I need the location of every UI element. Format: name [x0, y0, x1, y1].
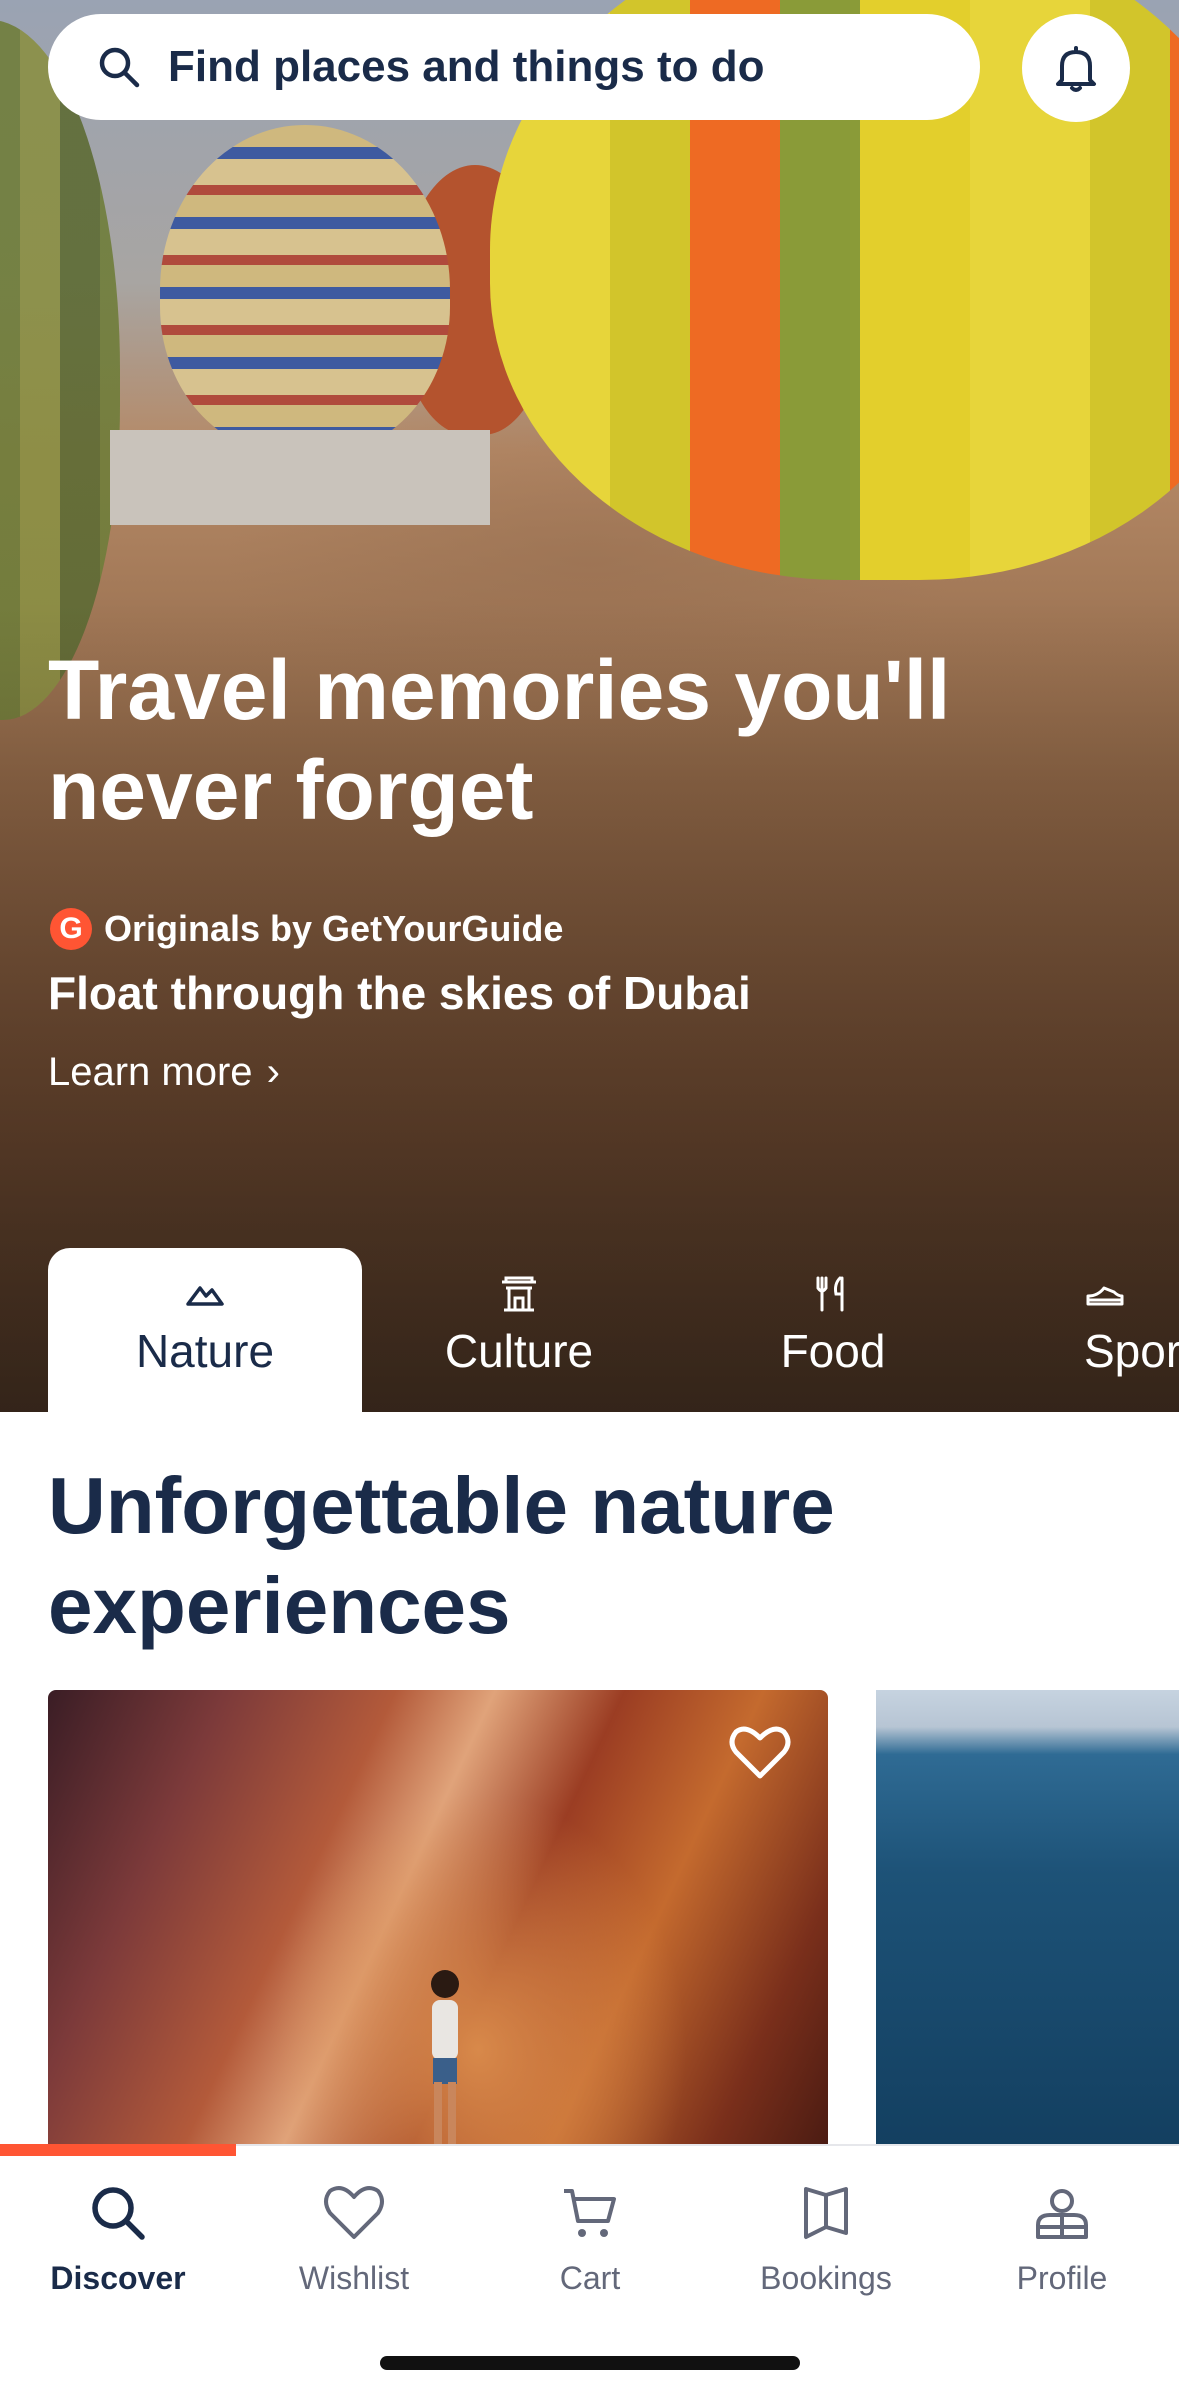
- learn-more-label: Learn more: [48, 1050, 253, 1094]
- cutlery-icon: [676, 1274, 990, 1314]
- scroll-progress-indicator: [0, 2144, 236, 2156]
- activity-card[interactable]: [876, 1690, 1179, 2150]
- tab-label: Wishlist: [298, 2260, 410, 2296]
- tab-label: Nature: [135, 1325, 275, 1377]
- tab-label: Spor: [1084, 1325, 1179, 1377]
- activity-image: [431, 1970, 459, 2148]
- chevron-right-icon: ›: [266, 1050, 280, 1094]
- tab-profile[interactable]: Profile: [944, 2178, 1179, 2297]
- tab-food[interactable]: Food: [676, 1248, 990, 1412]
- notifications-button[interactable]: [1022, 14, 1130, 122]
- hero-subtitle: Float through the skies of Dubai: [48, 967, 751, 1019]
- home-indicator: [380, 2356, 800, 2370]
- tab-label: Discover: [50, 2260, 186, 2296]
- tab-nature[interactable]: Nature: [48, 1248, 362, 1412]
- tab-cart[interactable]: Cart: [472, 2178, 708, 2297]
- category-tabs: Nature Culture Food Spor: [0, 1248, 1179, 1412]
- heart-icon[interactable]: [728, 1722, 792, 1782]
- tab-label: Cart: [559, 2260, 621, 2296]
- activity-card[interactable]: [48, 1690, 828, 2150]
- hero-title: Travel memories you'll never forget: [48, 643, 951, 837]
- tab-label: Bookings: [760, 2260, 892, 2296]
- originals-label: G Originals by GetYourGuide: [50, 908, 563, 950]
- hero-banner[interactable]: Travel memories you'll never forget G Or…: [0, 0, 1179, 1412]
- search-icon: [0, 2178, 236, 2248]
- tab-culture[interactable]: Culture: [362, 1248, 676, 1412]
- mountain-icon: [48, 1274, 362, 1314]
- hot-air-balloon-image: [160, 125, 450, 455]
- originals-text: Originals by GetYourGuide: [104, 908, 564, 949]
- tab-label: Profile: [1016, 2260, 1108, 2296]
- search-icon: [99, 47, 140, 88]
- tab-sports[interactable]: Spor: [990, 1248, 1179, 1412]
- profile-icon: [944, 2178, 1179, 2248]
- tab-label: Food: [780, 1325, 886, 1377]
- tab-wishlist[interactable]: Wishlist: [236, 2178, 472, 2297]
- cart-icon: [472, 2178, 708, 2248]
- search-placeholder: Find places and things to do: [168, 42, 765, 91]
- tab-discover[interactable]: Discover: [0, 2178, 236, 2297]
- learn-more-link[interactable]: Learn more ›: [48, 1050, 280, 1095]
- search-bar[interactable]: Find places and things to do: [48, 14, 980, 120]
- tab-bookings[interactable]: Bookings: [708, 2178, 944, 2297]
- bookmark-icon: [708, 2178, 944, 2248]
- section-title: Unforgettable nature experiences: [48, 1461, 835, 1650]
- heart-icon: [236, 2178, 472, 2248]
- background-building: [110, 430, 490, 525]
- bell-icon: [1056, 46, 1096, 92]
- tab-label: Culture: [444, 1325, 594, 1377]
- getyourguide-logo-icon: G: [50, 908, 92, 950]
- temple-icon: [362, 1274, 676, 1314]
- sports-icon: [1084, 1274, 1179, 1314]
